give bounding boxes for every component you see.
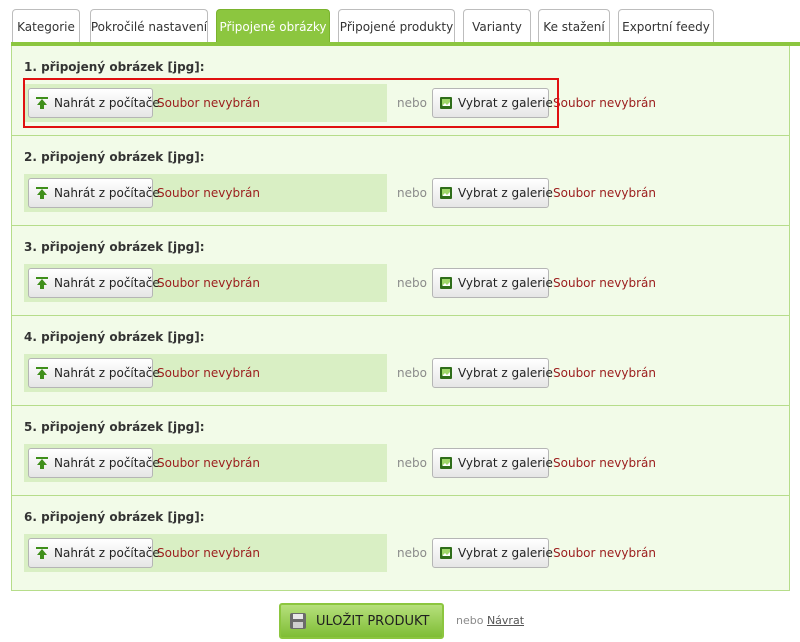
upload-arrow-icon bbox=[36, 277, 48, 289]
tab-label: Kategorie bbox=[17, 19, 75, 34]
upload-field: Nahrát z počítače Soubor nevybrán bbox=[24, 264, 387, 302]
select-from-gallery-button[interactable]: Vybrat z galerie bbox=[432, 538, 553, 568]
image-slot-1: 1. připojený obrázek [jpg]: Nahrát z poč… bbox=[12, 46, 789, 136]
save-button-label: ULOŽIT PRODUKT bbox=[316, 613, 430, 629]
upload-file-status: Soubor nevybrán bbox=[157, 546, 260, 560]
gallery-button-label: Vybrat z galerie bbox=[458, 546, 553, 560]
upload-arrow-icon bbox=[36, 367, 48, 379]
image-gallery-icon bbox=[440, 277, 452, 289]
upload-file-status: Soubor nevybrán bbox=[157, 186, 260, 200]
upload-file-status: Soubor nevybrán bbox=[157, 456, 260, 470]
gallery-button-label: Vybrat z galerie bbox=[458, 186, 553, 200]
or-text: nebo bbox=[397, 276, 427, 290]
select-from-gallery-button[interactable]: Vybrat z galerie bbox=[432, 358, 553, 388]
upload-field: Nahrát z počítače Soubor nevybrán bbox=[24, 354, 387, 392]
tab-pokrocile-nastaveni[interactable]: Pokročilé nastavení bbox=[90, 9, 208, 43]
gallery-file-status: Soubor nevybrán bbox=[553, 546, 656, 560]
gallery-button-label: Vybrat z galerie bbox=[458, 456, 553, 470]
upload-button-label: Nahrát z počítače bbox=[54, 366, 160, 380]
footer-alt: nebo Návrat bbox=[456, 614, 524, 627]
image-slot-title: 4. připojený obrázek [jpg]: bbox=[24, 330, 205, 344]
or-text: nebo bbox=[397, 96, 427, 110]
tab-pripojene-produkty[interactable]: Připojené produkty bbox=[338, 9, 455, 43]
upload-field: Nahrát z počítače Soubor nevybrán bbox=[24, 174, 387, 212]
or-text: nebo bbox=[397, 186, 427, 200]
image-slot-4: 4. připojený obrázek [jpg]: Nahrát z poč… bbox=[12, 316, 789, 406]
upload-from-computer-button[interactable]: Nahrát z počítače bbox=[28, 178, 160, 208]
image-gallery-icon bbox=[440, 547, 452, 559]
tab-ke-stazeni[interactable]: Ke stažení bbox=[538, 9, 610, 43]
image-slot-title: 1. připojený obrázek [jpg]: bbox=[24, 60, 205, 74]
image-slot-5: 5. připojený obrázek [jpg]: Nahrát z poč… bbox=[12, 406, 789, 496]
select-from-gallery-button[interactable]: Vybrat z galerie bbox=[432, 448, 553, 478]
gallery-file-status: Soubor nevybrán bbox=[553, 96, 656, 110]
upload-arrow-icon bbox=[36, 457, 48, 469]
upload-button-label: Nahrát z počítače bbox=[54, 456, 160, 470]
image-slot-6: 6. připojený obrázek [jpg]: Nahrát z poč… bbox=[12, 496, 789, 586]
image-gallery-icon bbox=[440, 457, 452, 469]
gallery-button-label: Vybrat z galerie bbox=[458, 96, 553, 110]
image-slot-title: 3. připojený obrázek [jpg]: bbox=[24, 240, 205, 254]
tab-label: Varianty bbox=[472, 19, 522, 34]
or-text: nebo bbox=[397, 456, 427, 470]
image-gallery-icon bbox=[440, 367, 452, 379]
upload-arrow-icon bbox=[36, 187, 48, 199]
tab-label: Pokročilé nastavení bbox=[90, 19, 208, 34]
upload-button-label: Nahrát z počítače bbox=[54, 186, 160, 200]
select-from-gallery-button[interactable]: Vybrat z galerie bbox=[432, 268, 553, 298]
tab-label: Ke stažení bbox=[543, 19, 605, 34]
or-text: nebo bbox=[397, 546, 427, 560]
back-link[interactable]: Návrat bbox=[487, 614, 524, 627]
gallery-file-status: Soubor nevybrán bbox=[553, 186, 656, 200]
tab-kategorie[interactable]: Kategorie bbox=[12, 9, 80, 43]
upload-field: Nahrát z počítače Soubor nevybrán bbox=[24, 444, 387, 482]
or-text: nebo bbox=[397, 366, 427, 380]
tab-label: Exportní feedy bbox=[622, 19, 710, 34]
tab-pripojene-obrazky[interactable]: Připojené obrázky bbox=[216, 9, 330, 43]
select-from-gallery-button[interactable]: Vybrat z galerie bbox=[432, 88, 553, 118]
upload-button-label: Nahrát z počítače bbox=[54, 546, 160, 560]
gallery-file-status: Soubor nevybrán bbox=[553, 276, 656, 290]
upload-from-computer-button[interactable]: Nahrát z počítače bbox=[28, 358, 160, 388]
image-slot-title: 5. připojený obrázek [jpg]: bbox=[24, 420, 205, 434]
image-slot-title: 2. připojený obrázek [jpg]: bbox=[24, 150, 205, 164]
upload-from-computer-button[interactable]: Nahrát z počítače bbox=[28, 268, 160, 298]
attached-images-panel: 1. připojený obrázek [jpg]: Nahrát z poč… bbox=[11, 46, 790, 591]
floppy-disk-icon bbox=[290, 613, 306, 629]
gallery-button-label: Vybrat z galerie bbox=[458, 276, 553, 290]
gallery-file-status: Soubor nevybrán bbox=[553, 456, 656, 470]
gallery-file-status: Soubor nevybrán bbox=[553, 366, 656, 380]
tab-label: Připojené obrázky bbox=[219, 19, 327, 34]
upload-button-label: Nahrát z počítače bbox=[54, 276, 160, 290]
tab-bar: Kategorie Pokročilé nastavení Připojené … bbox=[12, 9, 800, 43]
tab-exportni-feedy[interactable]: Exportní feedy bbox=[618, 9, 714, 43]
upload-arrow-icon bbox=[36, 97, 48, 109]
upload-file-status: Soubor nevybrán bbox=[157, 96, 260, 110]
footer-or-text: nebo bbox=[456, 614, 484, 627]
upload-field: Nahrát z počítače Soubor nevybrán bbox=[24, 84, 387, 122]
select-from-gallery-button[interactable]: Vybrat z galerie bbox=[432, 178, 553, 208]
image-slot-title: 6. připojený obrázek [jpg]: bbox=[24, 510, 205, 524]
gallery-button-label: Vybrat z galerie bbox=[458, 366, 553, 380]
image-slot-2: 2. připojený obrázek [jpg]: Nahrát z poč… bbox=[12, 136, 789, 226]
tab-varianty[interactable]: Varianty bbox=[463, 9, 531, 43]
upload-file-status: Soubor nevybrán bbox=[157, 276, 260, 290]
upload-file-status: Soubor nevybrán bbox=[157, 366, 260, 380]
upload-from-computer-button[interactable]: Nahrát z počítače bbox=[28, 88, 160, 118]
upload-from-computer-button[interactable]: Nahrát z počítače bbox=[28, 448, 160, 478]
upload-button-label: Nahrát z počítače bbox=[54, 96, 160, 110]
save-product-button[interactable]: ULOŽIT PRODUKT bbox=[279, 603, 444, 639]
tab-label: Připojené produkty bbox=[339, 19, 454, 34]
upload-from-computer-button[interactable]: Nahrát z počítače bbox=[28, 538, 160, 568]
image-slot-3: 3. připojený obrázek [jpg]: Nahrát z poč… bbox=[12, 226, 789, 316]
image-gallery-icon bbox=[440, 97, 452, 109]
upload-arrow-icon bbox=[36, 547, 48, 559]
upload-field: Nahrát z počítače Soubor nevybrán bbox=[24, 534, 387, 572]
image-gallery-icon bbox=[440, 187, 452, 199]
